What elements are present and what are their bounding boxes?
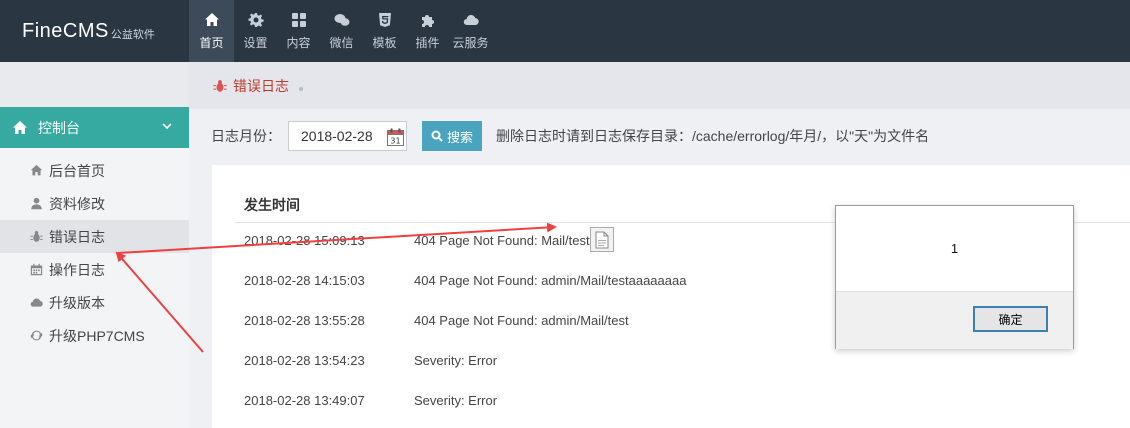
top-header: FineCMS 公益软件 首页 设置 内容 微信 模板 插件 云服务 — [0, 0, 1130, 62]
row-time: 2018-02-28 13:55:28 — [244, 312, 365, 328]
calendar-icon[interactable]: 31 — [387, 128, 404, 146]
sidebar-section-console[interactable]: 控制台 — [0, 107, 189, 148]
brand-logo[interactable]: FineCMS 公益软件 — [0, 0, 189, 62]
alert-dialog: 1 确定 — [835, 205, 1074, 349]
topnav-cloud[interactable]: 云服务 — [449, 0, 492, 62]
column-header-time: 发生时间 — [244, 197, 300, 213]
dialog-footer: 确定 — [836, 291, 1073, 349]
topnav-home[interactable]: 首页 — [189, 0, 234, 62]
month-date-input[interactable]: 2018-02-28 31 — [288, 121, 407, 151]
home-icon — [203, 11, 221, 29]
sidebar-item-label: 升级版本 — [49, 294, 105, 311]
breadcrumb-link[interactable]: 错误日志 — [233, 76, 289, 96]
sidebar-list: 后台首页 资料修改 错误日志 操作日志 升级版本 升级PHP7CMS — [0, 148, 189, 352]
top-nav: 首页 设置 内容 微信 模板 插件 云服务 — [189, 0, 492, 62]
search-button[interactable]: 搜索 — [422, 121, 482, 151]
row-message: Severity: Error — [414, 352, 498, 368]
row-time: 2018-02-28 13:49:07 — [244, 392, 365, 408]
grid-icon — [290, 11, 308, 29]
row-time: 2018-02-28 15:09:13 — [244, 232, 365, 248]
home-icon — [12, 120, 28, 136]
puzzle-icon — [419, 11, 437, 29]
topnav-label: 云服务 — [452, 36, 489, 50]
svg-text:31: 31 — [390, 137, 400, 146]
row-message: 404 Page Not Found: admin/Mail/testaaaaa… — [414, 272, 687, 288]
topnav-content[interactable]: 内容 — [277, 0, 320, 62]
home-icon — [30, 164, 43, 177]
sidebar-item-label: 后台首页 — [49, 162, 105, 179]
delete-hint-text: 删除日志时请到日志保存目录：/cache/errorlog/年月/，以"天"为文… — [496, 128, 930, 144]
cloud-icon — [462, 11, 480, 29]
topnav-label: 微信 — [329, 36, 354, 50]
row-message: Severity: Error — [414, 392, 498, 408]
sidebar-item-label: 错误日志 — [49, 228, 105, 245]
sidebar: 控制台 后台首页 资料修改 错误日志 操作日志 升级版本 升级PHP7CMS — [0, 62, 189, 428]
brand-subtitle: 公益软件 — [110, 27, 155, 41]
sidebar-item-label: 升级PHP7CMS — [49, 327, 145, 344]
filter-bar: 日志月份： 2018-02-28 31 搜索 删除日志时请到日志保存目录：/ca… — [211, 121, 929, 151]
gear-icon — [247, 11, 265, 29]
wechat-icon — [333, 11, 351, 29]
topnav-label: 插件 — [415, 36, 440, 50]
topnav-label: 首页 — [199, 36, 224, 50]
search-icon — [431, 130, 443, 142]
sidebar-item-error-log[interactable]: 错误日志 — [0, 220, 189, 253]
refresh-icon — [30, 329, 43, 342]
sidebar-section-label: 控制台 — [38, 119, 80, 136]
search-button-label: 搜索 — [446, 129, 473, 145]
ok-button[interactable]: 确定 — [973, 306, 1048, 332]
row-time: 2018-02-28 13:54:23 — [244, 352, 365, 368]
topnav-label: 内容 — [286, 36, 311, 50]
row-message: 404 Page Not Found: admin/Mail/test — [414, 312, 629, 328]
sidebar-item-upgrade-php7cms[interactable]: 升级PHP7CMS — [0, 319, 189, 352]
broken-file-icon — [590, 227, 614, 252]
dialog-message: 1 — [950, 241, 959, 256]
table-row[interactable]: 2018-02-28 13:49:07 Severity: Error — [244, 380, 1104, 420]
row-message: 404 Page Not Found: Mail/test — [414, 232, 590, 248]
breadcrumb-separator — [299, 86, 303, 91]
html5-icon — [376, 11, 394, 29]
topnav-wechat[interactable]: 微信 — [320, 0, 363, 62]
topnav-plugins[interactable]: 插件 — [406, 0, 449, 62]
sidebar-item-admin-home[interactable]: 后台首页 — [0, 154, 189, 187]
month-label: 日志月份： — [211, 128, 281, 144]
date-value: 2018-02-28 — [301, 128, 373, 144]
calendar-icon — [30, 263, 43, 276]
topnav-label: 设置 — [243, 36, 268, 50]
sidebar-item-profile[interactable]: 资料修改 — [0, 187, 189, 220]
topnav-label: 模板 — [372, 36, 397, 50]
brand-name: FineCMS — [22, 19, 109, 42]
row-time: 2018-02-28 14:15:03 — [244, 272, 365, 288]
bug-icon — [30, 230, 43, 243]
sidebar-item-upgrade[interactable]: 升级版本 — [0, 286, 189, 319]
cloud-icon — [30, 296, 43, 309]
sidebar-item-label: 资料修改 — [49, 195, 105, 212]
topnav-settings[interactable]: 设置 — [234, 0, 277, 62]
user-icon — [30, 197, 43, 210]
sidebar-spacer — [0, 62, 189, 107]
chevron-down-icon — [161, 119, 173, 131]
topnav-template[interactable]: 模板 — [363, 0, 406, 62]
sidebar-item-operation-log[interactable]: 操作日志 — [0, 253, 189, 286]
sidebar-item-label: 操作日志 — [49, 261, 105, 278]
bug-icon — [213, 79, 227, 93]
breadcrumb: 错误日志 — [189, 62, 1130, 109]
